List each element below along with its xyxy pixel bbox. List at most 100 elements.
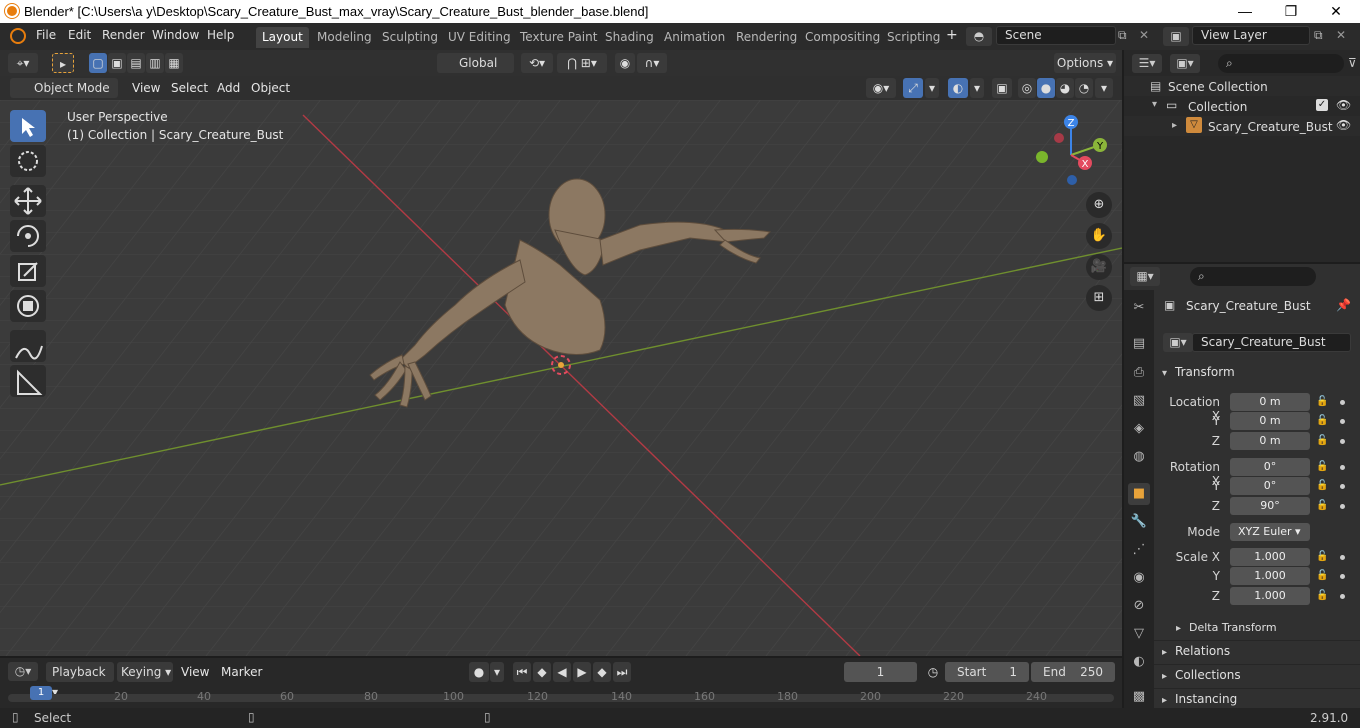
menu-window[interactable]: Window xyxy=(152,28,199,42)
tab-uv-editing[interactable]: UV Editing xyxy=(442,27,517,48)
snap-icon[interactable]: ⋂ ⊞▾ xyxy=(557,53,607,73)
transform-section-header[interactable]: Transform xyxy=(1175,365,1235,379)
select-mode-extend-icon[interactable]: ▣ xyxy=(108,53,126,73)
blender-menu-icon[interactable] xyxy=(10,28,26,44)
tab-texture-paint[interactable]: Texture Paint xyxy=(514,27,603,48)
add-workspace-button[interactable]: + xyxy=(946,27,958,43)
visibility-icon[interactable]: ◉▾ xyxy=(866,78,896,98)
view-layer-browse-icon[interactable]: ▣ xyxy=(1163,27,1189,46)
playback-menu[interactable]: Playback ▾ xyxy=(46,662,114,699)
modifier-tab-icon[interactable]: 🔧 xyxy=(1128,511,1150,533)
outliner-display-mode-icon[interactable]: ▣▾ xyxy=(1170,54,1200,73)
outliner-search-icon[interactable]: ⌕ xyxy=(1218,54,1344,73)
delta-transform-expand-icon[interactable]: ▸ xyxy=(1176,623,1181,634)
texture-tab-icon[interactable]: ▩ xyxy=(1128,686,1150,708)
collections-section[interactable]: Collections xyxy=(1175,668,1241,682)
tab-rendering[interactable]: Rendering xyxy=(730,27,803,48)
viewport-menu-add[interactable]: Add xyxy=(217,81,240,95)
timer-icon[interactable]: ◷ xyxy=(923,662,943,682)
object-visibility-icon[interactable]: 👁 xyxy=(1336,118,1351,132)
menu-help[interactable]: Help xyxy=(207,28,234,42)
remove-view-layer-icon[interactable]: ✕ xyxy=(1336,28,1346,42)
gizmo-toggle-icon[interactable]: ⤢ xyxy=(903,78,923,98)
play-icon[interactable]: ▶ xyxy=(573,662,591,682)
collection-label[interactable]: Collection xyxy=(1188,100,1247,114)
scale-y-field[interactable]: 1.000 xyxy=(1230,567,1310,585)
pan-hand-icon[interactable]: ✋ xyxy=(1086,223,1112,249)
zoom-icon[interactable]: ⊕ xyxy=(1086,192,1112,218)
location-z-lock-icon[interactable]: 🔓 xyxy=(1316,435,1328,447)
location-y-field[interactable]: 0 m xyxy=(1230,412,1310,430)
properties-editor-type-icon[interactable]: ▦▾ xyxy=(1130,267,1160,286)
relations-expand-icon[interactable]: ▸ xyxy=(1162,647,1167,658)
location-x-keyframe-icon[interactable] xyxy=(1340,400,1345,405)
location-z-field[interactable]: 0 m xyxy=(1230,432,1310,450)
proportional-falloff-icon[interactable]: ∩▾ xyxy=(637,53,667,73)
constraints-tab-icon[interactable]: ⊘ xyxy=(1128,595,1150,617)
timeline-editor-type-icon[interactable]: ◷▾ xyxy=(8,662,38,681)
object-name-field[interactable]: Scary_Creature_Bust xyxy=(1192,333,1351,352)
scale-z-field[interactable]: 1.000 xyxy=(1230,587,1310,605)
select-mode-intersect-icon[interactable]: ▦ xyxy=(165,53,183,73)
jump-end-icon[interactable]: ⏭ xyxy=(613,662,631,682)
playhead[interactable]: 1 xyxy=(30,686,52,700)
close-button[interactable]: ✕ xyxy=(1313,0,1359,23)
ortho-grid-icon[interactable]: ⊞ xyxy=(1086,285,1112,311)
pin-icon[interactable]: 📌 xyxy=(1336,298,1351,312)
collections-expand-icon[interactable]: ▸ xyxy=(1162,671,1167,682)
select-mode-new-icon[interactable]: ▢ xyxy=(89,53,107,73)
rotation-z-field[interactable]: 90° xyxy=(1230,497,1310,515)
collection-checkbox[interactable]: ✓ xyxy=(1316,99,1328,111)
camera-view-icon[interactable]: 🎥 xyxy=(1086,254,1112,280)
shading-dropdown-icon[interactable]: ▾ xyxy=(1095,78,1113,98)
object-tab-icon[interactable]: ■ xyxy=(1128,483,1150,505)
scene-browse-icon[interactable]: ◓ xyxy=(966,27,992,46)
record-icon[interactable]: ● xyxy=(469,662,489,682)
scene-name-field[interactable]: Scene xyxy=(996,26,1116,45)
delta-transform-section[interactable]: Delta Transform xyxy=(1189,621,1277,634)
shading-solid-icon[interactable]: ● xyxy=(1037,78,1055,98)
rotation-mode-dropdown[interactable]: XYZ Euler ▾ xyxy=(1230,523,1310,541)
relations-section[interactable]: Relations xyxy=(1175,644,1230,658)
location-z-keyframe-icon[interactable] xyxy=(1340,439,1345,444)
maximize-button[interactable]: ❐ xyxy=(1268,0,1314,23)
material-tab-icon[interactable]: ◐ xyxy=(1128,651,1150,673)
gizmo-dropdown-icon[interactable]: ▾ xyxy=(925,78,939,98)
rotation-z-lock-icon[interactable]: 🔓 xyxy=(1316,500,1328,512)
rotation-y-field[interactable]: 0° xyxy=(1230,477,1310,495)
minimize-button[interactable]: — xyxy=(1222,0,1268,23)
select-box-tool-icon[interactable]: ▸ xyxy=(52,53,74,73)
select-mode-subtract-icon[interactable]: ▤ xyxy=(127,53,145,73)
shading-material-icon[interactable]: ◕ xyxy=(1056,78,1074,98)
world-tab-icon[interactable]: ◍ xyxy=(1128,446,1150,468)
rotation-x-field[interactable]: 0° xyxy=(1230,458,1310,476)
physics-tab-icon[interactable]: ◉ xyxy=(1128,567,1150,589)
shading-rendered-icon[interactable]: ◔ xyxy=(1075,78,1093,98)
location-y-lock-icon[interactable]: 🔓 xyxy=(1316,415,1328,427)
tool-tab-icon[interactable]: ✂ xyxy=(1128,297,1150,319)
render-tab-icon[interactable]: ▤ xyxy=(1128,333,1150,355)
object-browse-icon[interactable]: ▣▾ xyxy=(1163,333,1193,352)
record-dropdown-icon[interactable]: ▾ xyxy=(490,662,504,682)
keying-menu[interactable]: Keying ▾ xyxy=(117,662,173,682)
tab-layout[interactable]: Layout xyxy=(256,27,309,48)
scale-x-field[interactable]: 1.000 xyxy=(1230,548,1310,566)
transform-collapse-icon[interactable]: ▾ xyxy=(1162,368,1167,379)
scene-collection-label[interactable]: Scene Collection xyxy=(1168,80,1268,94)
outliner-editor-type-icon[interactable]: ☰▾ xyxy=(1132,54,1162,73)
editor-type-icon[interactable]: ⌖▾ xyxy=(8,53,38,73)
start-frame-field[interactable]: Start 1 xyxy=(945,662,1029,682)
proportional-edit-icon[interactable]: ◉ xyxy=(615,53,635,73)
tab-sculpting[interactable]: Sculpting xyxy=(376,27,444,48)
tab-animation[interactable]: Animation xyxy=(658,27,731,48)
scale-y-keyframe-icon[interactable] xyxy=(1340,574,1345,579)
end-frame-field[interactable]: End 250 xyxy=(1031,662,1115,682)
data-tab-icon[interactable]: ▽ xyxy=(1128,623,1150,645)
scale-x-lock-icon[interactable]: 🔓 xyxy=(1316,551,1328,563)
output-tab-icon[interactable]: ⎙ xyxy=(1128,362,1150,384)
play-reverse-icon[interactable]: ◀ xyxy=(553,662,571,682)
rotation-y-lock-icon[interactable]: 🔓 xyxy=(1316,480,1328,492)
menu-render[interactable]: Render xyxy=(102,28,145,42)
particles-tab-icon[interactable]: ⋰ xyxy=(1128,539,1150,561)
scale-z-lock-icon[interactable]: 🔓 xyxy=(1316,590,1328,602)
